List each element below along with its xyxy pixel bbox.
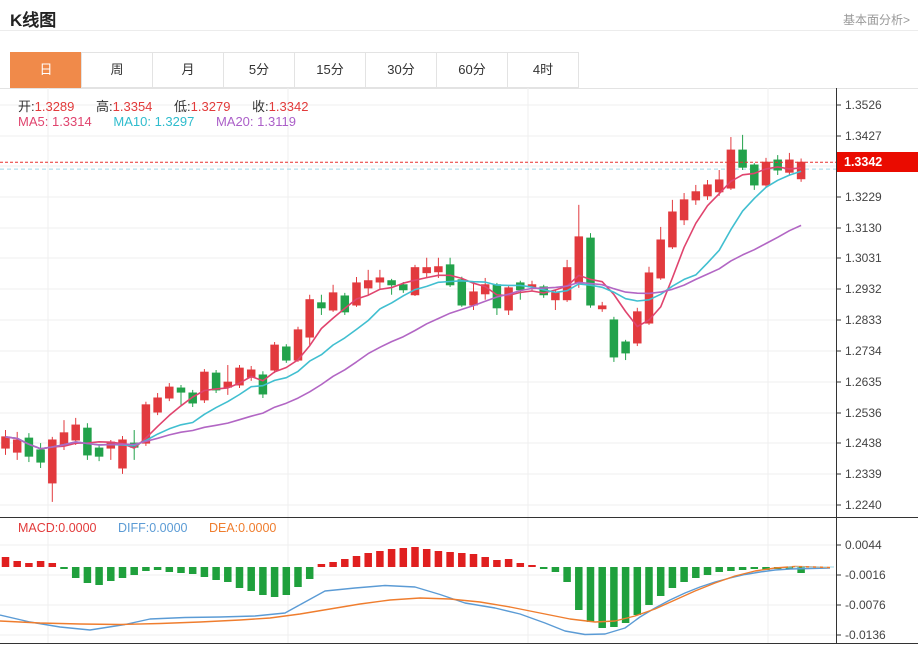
macd-axis-label: 0.0044: [845, 538, 882, 552]
ma10-value: 1.3297: [155, 114, 195, 129]
ohlc-readout: 开:1.3289 高:1.3354 低:1.3279 收:1.3342: [18, 96, 326, 115]
dea-label: DEA:: [209, 521, 238, 535]
ma10-label: MA10:: [113, 114, 151, 129]
last-price-tag: 1.3342: [837, 152, 918, 172]
price-axis-label: 1.2339: [845, 467, 882, 481]
ma5-label: MA5:: [18, 114, 48, 129]
price-axis-label: 1.3229: [845, 190, 882, 204]
close-value: 1.3342: [269, 99, 309, 114]
price-axis-label: 1.2833: [845, 313, 882, 327]
macd-axis-label: -0.0136: [845, 628, 886, 642]
price-axis-label: 1.3427: [845, 129, 882, 143]
kline-page: K线图 基本面分析> 日周月5分15分30分60分4时 开:1.3289 高:1…: [0, 0, 918, 645]
price-axis-label: 1.2240: [845, 498, 882, 512]
macd-axis-label: -0.0076: [845, 598, 886, 612]
price-axis-label: 1.3031: [845, 251, 882, 265]
dea-value: 0.0000: [238, 521, 276, 535]
ma-readout: MA5: 1.3314 MA10: 1.3297 MA20: 1.3119: [18, 114, 314, 129]
low-value: 1.3279: [191, 99, 231, 114]
price-axis-label: 1.2734: [845, 344, 882, 358]
open-label: 开:: [18, 99, 35, 114]
open-value: 1.3289: [35, 99, 75, 114]
diff-value: 0.0000: [149, 521, 187, 535]
ma20-label: MA20:: [216, 114, 254, 129]
price-axis-label: 1.2536: [845, 406, 882, 420]
price-axis-label: 1.3130: [845, 221, 882, 235]
macd-axis-label: -0.0016: [845, 568, 886, 582]
diff-label: DIFF:: [118, 521, 149, 535]
price-axis-label: 1.2635: [845, 375, 882, 389]
high-label: 高:: [96, 99, 113, 114]
macd-label: MACD:: [18, 521, 58, 535]
macd-readout: MACD:0.0000 DIFF:0.0000 DEA:0.0000: [18, 521, 294, 535]
macd-value: 0.0000: [58, 521, 96, 535]
price-axis-label: 1.2438: [845, 436, 882, 450]
low-label: 低:: [174, 99, 191, 114]
ma5-value: 1.3314: [52, 114, 92, 129]
price-axis-label: 1.2932: [845, 282, 882, 296]
ma20-value: 1.3119: [257, 114, 296, 129]
close-label: 收:: [252, 99, 269, 114]
price-axis-label: 1.3526: [845, 98, 882, 112]
high-value: 1.3354: [113, 99, 153, 114]
